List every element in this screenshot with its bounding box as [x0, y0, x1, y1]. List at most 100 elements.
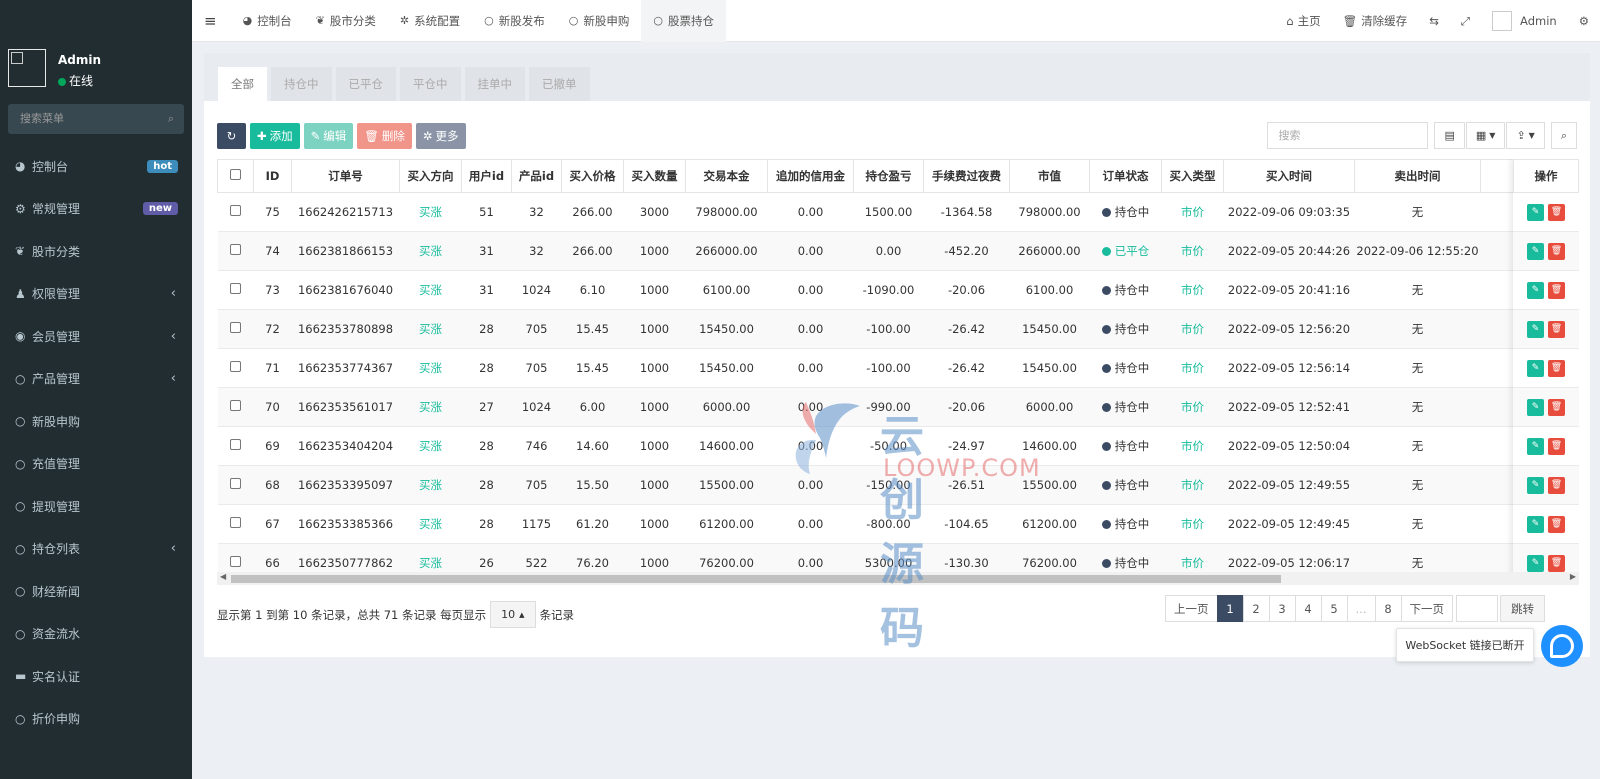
home-link[interactable]: ⌂ 主页 — [1275, 13, 1331, 29]
jump-button[interactable]: 跳转 — [1500, 595, 1545, 622]
status-tab[interactable]: 平仓中 — [400, 67, 461, 101]
scrollbar-thumb[interactable] — [231, 575, 1281, 583]
edit-row-button[interactable]: ✎ — [1527, 320, 1544, 338]
sidebar-item[interactable]: ♟ 权限管理 ‹ — [0, 273, 192, 316]
delete-row-button[interactable]: 🗑 — [1548, 476, 1565, 494]
sidebar-item[interactable]: ◉ 会员管理 ‹ — [0, 315, 192, 358]
columns-button[interactable]: ▦ ▼ — [1465, 122, 1506, 149]
sidebar-item[interactable]: ○ 持仓列表 ‹ — [0, 528, 192, 571]
advanced-search-button[interactable]: ⌕ — [1550, 122, 1577, 149]
page-button[interactable]: 3 — [1268, 595, 1296, 622]
status-tab[interactable]: 全部 — [218, 67, 267, 101]
delete-row-button[interactable]: 🗑 — [1548, 437, 1565, 455]
refresh-button[interactable]: ↻ — [217, 123, 246, 149]
translate-icon[interactable]: ⇆ — [1418, 14, 1450, 28]
nav-tab[interactable]: ○ 新股申购 — [557, 0, 642, 42]
page-button[interactable]: 1 — [1216, 595, 1244, 622]
scroll-left-icon[interactable]: ◀ — [220, 572, 226, 581]
edit-row-button[interactable]: ✎ — [1527, 554, 1544, 572]
sidebar-item[interactable]: ❦ 股市分类 — [0, 230, 192, 273]
edit-row-button[interactable]: ✎ — [1527, 359, 1544, 377]
status-tab[interactable]: 已撤单 — [529, 67, 590, 101]
row-checkbox[interactable] — [230, 400, 241, 411]
edit-row-button[interactable]: ✎ — [1527, 203, 1544, 221]
add-button[interactable]: ✚ 添加 — [250, 123, 300, 149]
edit-row-button[interactable]: ✎ — [1527, 398, 1544, 416]
next-page-button[interactable]: 下一页 — [1400, 595, 1453, 622]
row-checkbox[interactable] — [230, 361, 241, 372]
page-button[interactable]: 8 — [1374, 595, 1402, 622]
row-checkbox[interactable] — [230, 517, 241, 528]
sidebar-item[interactable]: ○ 资金流水 — [0, 613, 192, 656]
row-checkbox[interactable] — [230, 439, 241, 450]
table-search-input[interactable]: 搜索 — [1267, 122, 1429, 149]
table-cell: 1000 — [623, 387, 686, 427]
more-button[interactable]: ✲ 更多 — [415, 123, 466, 149]
sidebar-item[interactable]: ○ 新股申购 — [0, 400, 192, 443]
nav-tab[interactable]: ✲ 系统配置 — [388, 0, 472, 42]
edit-row-button[interactable]: ✎ — [1527, 242, 1544, 260]
delete-row-button[interactable]: 🗑 — [1548, 203, 1565, 221]
edit-row-button[interactable]: ✎ — [1527, 281, 1544, 299]
menu-search-input[interactable]: 搜索菜单 ⌕ — [8, 104, 184, 134]
edit-row-button[interactable]: ✎ — [1527, 515, 1544, 533]
clear-cache-button[interactable]: 🗑 清除缓存 — [1332, 13, 1419, 29]
delete-row-button[interactable]: 🗑 — [1548, 398, 1565, 416]
column-header: 订单状态 — [1089, 159, 1162, 193]
edit-row-button[interactable]: ✎ — [1527, 476, 1544, 494]
delete-row-button[interactable]: 🗑 — [1548, 320, 1565, 338]
scroll-right-icon[interactable]: ▶ — [1570, 572, 1576, 581]
delete-button[interactable]: 🗑 删除 — [357, 123, 412, 149]
nav-tab[interactable]: ◕ 控制台 — [231, 0, 304, 42]
delete-row-button[interactable]: 🗑 — [1548, 242, 1565, 260]
select-all-checkbox[interactable] — [230, 169, 241, 180]
chat-button[interactable] — [1541, 625, 1583, 667]
status-tab[interactable]: 挂单中 — [464, 67, 525, 101]
nav-tab[interactable]: ❦ 股市分类 — [304, 0, 388, 42]
delete-row-button[interactable]: 🗑 — [1548, 281, 1565, 299]
sidebar-item[interactable]: ○ 折价申购 — [0, 698, 192, 741]
admin-menu[interactable]: Admin — [1481, 11, 1568, 31]
row-checkbox[interactable] — [230, 205, 241, 216]
delete-row-button[interactable]: 🗑 — [1548, 554, 1565, 572]
sidebar-item[interactable]: ○ 提现管理 — [0, 485, 192, 528]
toggle-view-button[interactable]: ▤ — [1434, 122, 1465, 149]
status-tab[interactable]: 已平仓 — [335, 67, 396, 101]
page-button[interactable]: 2 — [1242, 595, 1270, 622]
edit-row-button[interactable]: ✎ — [1527, 437, 1544, 455]
horizontal-scrollbar[interactable]: ◀ ▶ — [217, 572, 1579, 585]
table-row: 74 1662381866153 买涨 31 32 266.00 1000 266000.00… — [217, 231, 1547, 271]
delete-row-button[interactable]: 🗑 — [1548, 515, 1565, 533]
sidebar-item[interactable]: ▬ 实名认证 — [0, 655, 192, 698]
sidebar-item[interactable]: ○ 充值管理 — [0, 443, 192, 486]
page-button[interactable]: 5 — [1320, 595, 1348, 622]
sidebar-item[interactable]: ○ 产品管理 ‹ — [0, 358, 192, 401]
column-header: 买入类型 — [1161, 159, 1224, 193]
edit-button[interactable]: ✎ 编辑 — [303, 123, 354, 149]
sidebar-item[interactable]: ◕ 控制台 hot — [0, 145, 192, 188]
row-checkbox[interactable] — [230, 244, 241, 255]
circle-icon: ○ — [15, 456, 26, 471]
nav-tab[interactable]: ○ 股票持仓 — [641, 0, 726, 42]
sidebar-item[interactable]: ⚙ 常规管理 new — [0, 188, 192, 231]
row-checkbox[interactable] — [230, 556, 241, 567]
status-tab[interactable]: 持仓中 — [271, 67, 332, 101]
table-cell: 0.00 — [767, 465, 854, 505]
menu-toggle-icon[interactable]: ≡ — [192, 12, 231, 30]
row-checkbox[interactable] — [230, 283, 241, 294]
page-size-select[interactable]: 10 ▲ — [490, 601, 536, 628]
cell-value: 61.20 — [576, 517, 609, 531]
sidebar-item[interactable]: ○ 财经新闻 — [0, 570, 192, 613]
op-row: ✎ 🗑 — [1513, 271, 1579, 310]
export-button[interactable]: ⇪ ▼ — [1506, 122, 1545, 149]
nav-tab[interactable]: ○ 新股发布 — [472, 0, 557, 42]
prev-page-button[interactable]: 上一页 — [1165, 595, 1218, 622]
fullscreen-icon[interactable]: ⤢ — [1450, 14, 1481, 29]
delete-row-button[interactable]: 🗑 — [1548, 359, 1565, 377]
settings-icon[interactable]: ⚙ — [1568, 14, 1600, 28]
row-checkbox[interactable] — [230, 478, 241, 489]
table-cell: 71 — [253, 348, 292, 388]
jump-page-input[interactable] — [1456, 595, 1498, 622]
page-button[interactable]: 4 — [1294, 595, 1322, 622]
row-checkbox[interactable] — [230, 322, 241, 333]
